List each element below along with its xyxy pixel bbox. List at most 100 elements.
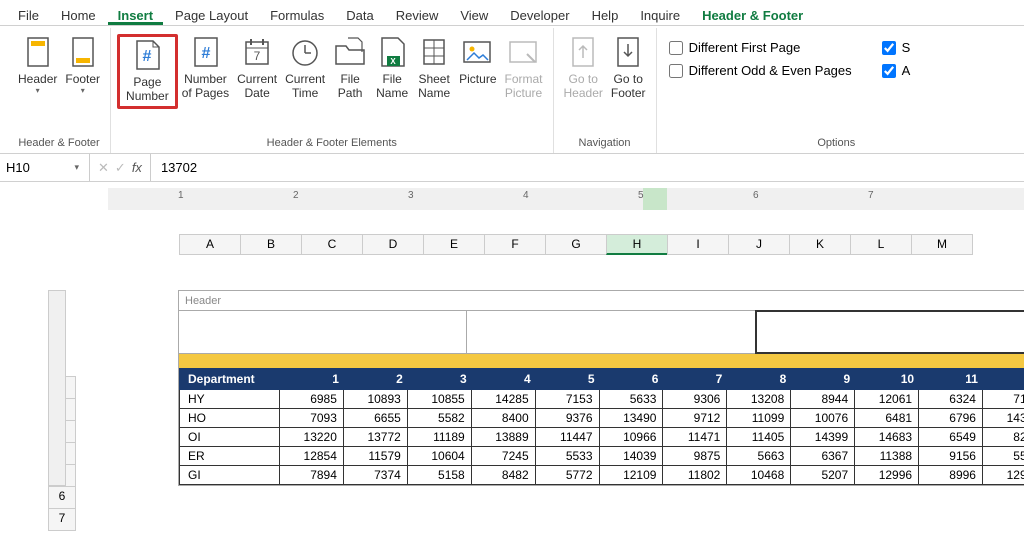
chevron-down-icon[interactable]: ▾ bbox=[70, 162, 83, 173]
col-G[interactable]: G bbox=[545, 234, 607, 255]
name-box[interactable]: ▾ bbox=[0, 154, 90, 181]
cell[interactable]: GI bbox=[180, 466, 280, 485]
row-7[interactable]: 7 bbox=[48, 508, 76, 531]
name-box-input[interactable] bbox=[6, 160, 58, 175]
tab-file[interactable]: File bbox=[8, 4, 49, 25]
cell[interactable]: 5663 bbox=[727, 447, 791, 466]
cell[interactable]: 11471 bbox=[663, 428, 727, 447]
cell[interactable]: OI bbox=[180, 428, 280, 447]
header-button[interactable]: Header ▾ bbox=[14, 34, 61, 98]
fx-icon[interactable]: fx bbox=[132, 160, 142, 175]
cancel-icon[interactable]: ✕ bbox=[98, 160, 109, 176]
cell[interactable]: 13889 bbox=[471, 428, 535, 447]
col-C[interactable]: C bbox=[301, 234, 363, 255]
cell[interactable]: 9306 bbox=[663, 390, 727, 409]
row-6[interactable]: 6 bbox=[48, 486, 76, 509]
tab-insert[interactable]: Insert bbox=[108, 4, 163, 25]
cell[interactable]: 6481 bbox=[855, 409, 919, 428]
tab-page-layout[interactable]: Page Layout bbox=[165, 4, 258, 25]
cell[interactable]: 5158 bbox=[407, 466, 471, 485]
file-path-button[interactable]: File Path bbox=[329, 34, 371, 103]
col-B[interactable]: B bbox=[240, 234, 302, 255]
cell[interactable]: 7128 bbox=[982, 390, 1024, 409]
different-first-page-checkbox[interactable] bbox=[669, 41, 683, 55]
tab-help[interactable]: Help bbox=[582, 4, 629, 25]
cell[interactable]: 9712 bbox=[663, 409, 727, 428]
cell[interactable]: 10468 bbox=[727, 466, 791, 485]
cell[interactable]: 5772 bbox=[535, 466, 599, 485]
cell[interactable]: 13490 bbox=[599, 409, 663, 428]
col-L[interactable]: L bbox=[850, 234, 912, 255]
col-J[interactable]: J bbox=[728, 234, 790, 255]
cell[interactable]: 14399 bbox=[791, 428, 855, 447]
cell[interactable]: 7245 bbox=[471, 447, 535, 466]
cell[interactable]: 13772 bbox=[343, 428, 407, 447]
tab-formulas[interactable]: Formulas bbox=[260, 4, 334, 25]
cell[interactable]: 10893 bbox=[343, 390, 407, 409]
cell[interactable]: 11388 bbox=[855, 447, 919, 466]
different-odd-even-checkbox[interactable] bbox=[669, 64, 683, 78]
cell[interactable]: 14285 bbox=[471, 390, 535, 409]
cell[interactable]: 9156 bbox=[919, 447, 983, 466]
col-F[interactable]: F bbox=[484, 234, 546, 255]
col-K[interactable]: K bbox=[789, 234, 851, 255]
col-A[interactable]: A bbox=[179, 234, 241, 255]
cell[interactable]: 11802 bbox=[663, 466, 727, 485]
cell[interactable]: 6324 bbox=[919, 390, 983, 409]
cell[interactable]: 7374 bbox=[343, 466, 407, 485]
tab-header-footer[interactable]: Header & Footer bbox=[692, 4, 813, 25]
cell[interactable]: 8400 bbox=[471, 409, 535, 428]
col-E[interactable]: E bbox=[423, 234, 485, 255]
cell[interactable]: 11579 bbox=[343, 447, 407, 466]
cell[interactable]: 14039 bbox=[599, 447, 663, 466]
cell[interactable]: 6985 bbox=[280, 390, 344, 409]
current-time-button[interactable]: Current Time bbox=[281, 34, 329, 103]
cell[interactable]: 6367 bbox=[791, 447, 855, 466]
cell[interactable]: 8239 bbox=[982, 428, 1024, 447]
cell[interactable]: 5207 bbox=[791, 466, 855, 485]
cell[interactable]: 10604 bbox=[407, 447, 471, 466]
cell[interactable]: 12854 bbox=[280, 447, 344, 466]
cell[interactable]: 14683 bbox=[855, 428, 919, 447]
header-right[interactable] bbox=[755, 310, 1024, 354]
tab-inquire[interactable]: Inquire bbox=[630, 4, 690, 25]
cell[interactable]: 12996 bbox=[855, 466, 919, 485]
cell[interactable]: HY bbox=[180, 390, 280, 409]
cell[interactable]: 5533 bbox=[535, 447, 599, 466]
cell[interactable]: 14372 bbox=[982, 409, 1024, 428]
cell[interactable]: 6549 bbox=[919, 428, 983, 447]
cell[interactable]: 12061 bbox=[855, 390, 919, 409]
enter-icon[interactable]: ✓ bbox=[115, 160, 126, 176]
sheet-name-button[interactable]: Sheet Name bbox=[413, 34, 455, 103]
tab-data[interactable]: Data bbox=[336, 4, 383, 25]
tab-view[interactable]: View bbox=[450, 4, 498, 25]
cell[interactable]: HO bbox=[180, 409, 280, 428]
cell[interactable]: 8944 bbox=[791, 390, 855, 409]
cell[interactable]: 11405 bbox=[727, 428, 791, 447]
cell[interactable]: 9875 bbox=[663, 447, 727, 466]
cell[interactable]: 5582 bbox=[407, 409, 471, 428]
header-center[interactable] bbox=[466, 310, 756, 354]
cell[interactable]: 10076 bbox=[791, 409, 855, 428]
picture-button[interactable]: Picture bbox=[455, 34, 500, 88]
col-H[interactable]: H bbox=[606, 234, 668, 255]
cell[interactable]: 13208 bbox=[727, 390, 791, 409]
goto-footer-button[interactable]: Go to Footer bbox=[607, 34, 650, 103]
current-date-button[interactable]: 7 Current Date bbox=[233, 34, 281, 103]
col-I[interactable]: I bbox=[667, 234, 729, 255]
cell[interactable]: 12109 bbox=[599, 466, 663, 485]
page-number-button[interactable]: # Page Number bbox=[122, 37, 173, 106]
cell[interactable]: 10855 bbox=[407, 390, 471, 409]
align-margins-checkbox[interactable] bbox=[882, 64, 896, 78]
number-of-pages-button[interactable]: # Number of Pages bbox=[178, 34, 233, 103]
cell[interactable]: 5633 bbox=[599, 390, 663, 409]
cell[interactable]: 12947 bbox=[982, 466, 1024, 485]
cell[interactable]: 11099 bbox=[727, 409, 791, 428]
cell[interactable]: 7894 bbox=[280, 466, 344, 485]
cell[interactable]: 6655 bbox=[343, 409, 407, 428]
cell[interactable]: 5544 bbox=[982, 447, 1024, 466]
cell[interactable]: ER bbox=[180, 447, 280, 466]
cell[interactable]: 7153 bbox=[535, 390, 599, 409]
formula-input[interactable]: 13702 bbox=[151, 160, 1024, 175]
file-name-button[interactable]: X File Name bbox=[371, 34, 413, 103]
